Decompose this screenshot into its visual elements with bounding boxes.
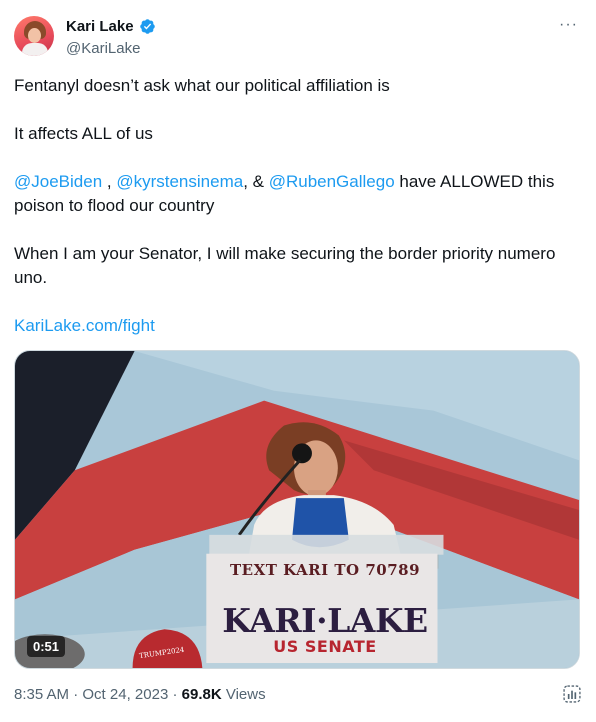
meta-separator-2: ·: [168, 686, 182, 703]
mention-separator-1: ,: [102, 172, 117, 191]
analytics-icon[interactable]: [562, 684, 582, 704]
video-duration-badge: 0:51: [27, 636, 66, 657]
tweet-date[interactable]: Oct 24, 2023: [82, 686, 168, 703]
more-horizontal-icon[interactable]: ···: [559, 17, 578, 33]
tweet-link-line: KariLake.com/fight: [14, 314, 580, 338]
meta-separator-1: ·: [69, 686, 83, 703]
tweet-meta: 8:35 AM · Oct 24, 2023 · 69.8K Views: [14, 686, 266, 703]
mention-separator-2: , &: [243, 172, 269, 191]
avatar-face: [28, 28, 41, 43]
tweet-text: Fentanyl doesn’t ask what our political …: [14, 74, 580, 362]
mention-kyrstensinema[interactable]: @kyrstensinema: [116, 172, 243, 191]
avatar-body: [22, 43, 48, 56]
tweet-line-4: When I am your Senator, I will make secu…: [14, 244, 556, 287]
name-row: Kari Lake: [66, 18, 156, 35]
tweet-time[interactable]: 8:35 AM: [14, 686, 69, 703]
sign-text-line-2: KARI·LAKE: [222, 601, 428, 640]
tweet-line-3: @JoeBiden , @kyrstensinema, & @RubenGall…: [14, 170, 580, 218]
views-label: Views: [221, 686, 266, 703]
views-count: 69.8K: [181, 686, 222, 703]
mention-rubengallego[interactable]: @RubenGallego: [269, 172, 395, 191]
tweet-line-1: Fentanyl doesn’t ask what our political …: [14, 76, 390, 95]
sign-text-line-1: TEXT KARI TO 70789: [229, 561, 421, 579]
mention-joebiden[interactable]: @JoeBiden: [14, 172, 102, 191]
tweet-header: Kari Lake @KariLake ···: [14, 16, 584, 64]
external-link[interactable]: KariLake.com/fight: [14, 316, 155, 335]
video-player[interactable]: TEXT KARI TO 70789 KARI·LAKE US SENATE T…: [14, 350, 580, 669]
display-name[interactable]: Kari Lake: [66, 18, 134, 35]
verified-badge-icon: [139, 19, 155, 34]
user-handle[interactable]: @KariLake: [66, 40, 140, 57]
avatar[interactable]: [14, 16, 54, 56]
sign-text-line-3: US SENATE: [273, 637, 377, 656]
tweet-line-2: It affects ALL of us: [14, 124, 153, 143]
